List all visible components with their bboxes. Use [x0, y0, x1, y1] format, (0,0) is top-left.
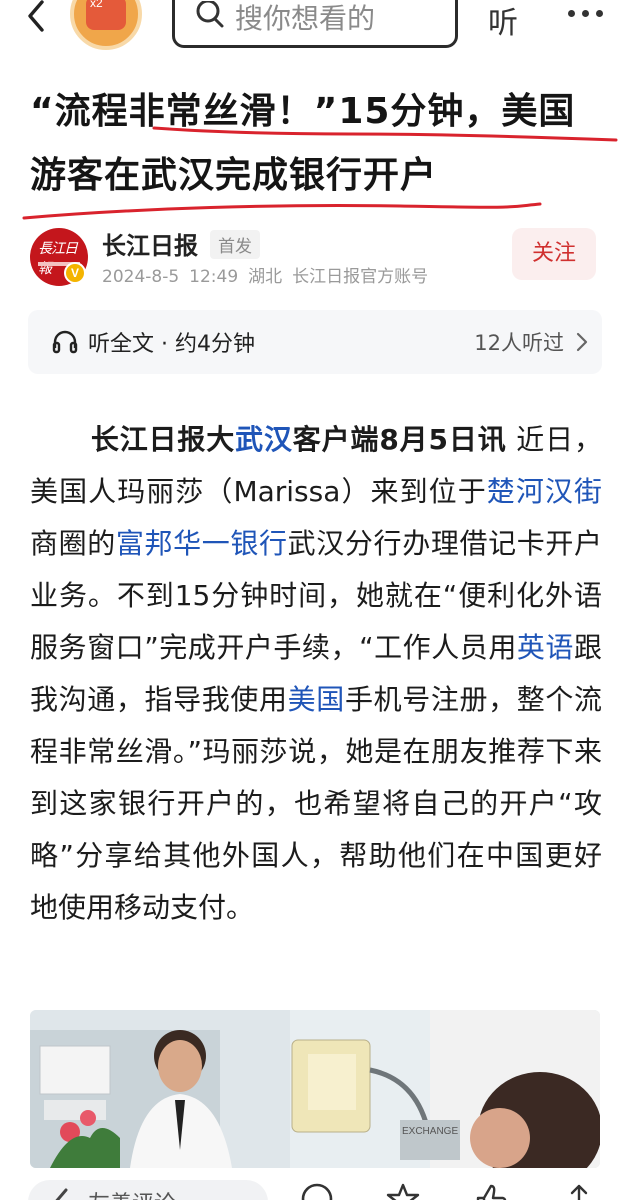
share-icon[interactable] — [562, 1182, 596, 1200]
more-button[interactable] — [566, 6, 606, 22]
reward-badge[interactable]: x2 — [70, 0, 142, 50]
link-wuhan[interactable]: 武汉 — [235, 423, 293, 456]
publish-region: 湖北 — [248, 267, 283, 287]
listen-count: 12人听过 — [474, 331, 564, 355]
article-headline: “流程非常丝滑！”15分钟，美国 游客在武汉完成银行开户 — [30, 80, 610, 208]
article-meta: 2024-8-5 12:49 湖北 长江日报官方账号 — [102, 262, 438, 287]
comment-icon[interactable] — [300, 1182, 334, 1200]
link-english[interactable]: 英语 — [517, 631, 574, 664]
star-icon[interactable] — [386, 1182, 420, 1200]
link-fubang-bank[interactable]: 富邦华一银行 — [116, 527, 288, 560]
chevron-left-icon — [28, 0, 44, 32]
publish-time: 12:49 — [189, 267, 239, 287]
article-photo[interactable]: EXCHANGE — [30, 1010, 600, 1168]
body-text: 商圈的 — [30, 527, 116, 560]
listen-full-text-bar[interactable]: 听全文 · 约4分钟 12人听过 — [28, 310, 602, 374]
pen-icon — [55, 1188, 68, 1200]
back-button[interactable] — [18, 0, 54, 36]
article-lead: 长江日报大武汉客户端8月5日讯 — [90, 423, 507, 456]
verified-icon: V — [64, 262, 86, 284]
follow-button[interactable]: 关注 — [512, 228, 596, 280]
comment-placeholder: 友善评论 — [88, 1186, 176, 1200]
like-icon[interactable] — [474, 1182, 508, 1200]
link-usa[interactable]: 美国 — [288, 683, 345, 716]
top-bar: x2 搜你想看的 听 — [0, 0, 620, 52]
photo-sign-text: EXCHANGE — [402, 1126, 458, 1137]
listen-button[interactable]: 听 — [488, 0, 518, 42]
search-placeholder: 搜你想看的 — [235, 2, 376, 35]
body-text: 手机号注册，整个流程非常丝滑。”玛丽莎说，她是在朋友推荐下来到这家银行开户的，也… — [30, 683, 602, 924]
account-type: 长江日报官方账号 — [292, 267, 429, 287]
link-chuhe-hanjie[interactable]: 楚河汉街 — [487, 475, 602, 508]
chevron-right-icon — [576, 332, 588, 352]
search-input[interactable]: 搜你想看的 — [172, 0, 458, 48]
comment-input[interactable]: 友善评论 — [28, 1180, 268, 1200]
bottom-action-bar: 友善评论 — [0, 1174, 620, 1200]
first-publish-tag: 首发 — [210, 230, 260, 259]
headphone-icon — [52, 330, 78, 354]
author-name[interactable]: 长江日报 — [102, 226, 198, 261]
search-icon — [196, 1, 224, 28]
headline-line-1: “流程非常丝滑！”15分钟，美国 — [30, 91, 576, 132]
more-dots-icon — [568, 10, 575, 17]
listen-label: 听全文 · 约4分钟 — [88, 332, 255, 357]
publish-date: 2024-8-5 — [102, 267, 180, 287]
headline-line-2: 游客在武汉完成银行开户 — [30, 155, 438, 196]
badge-text: x2 — [90, 0, 103, 10]
bank-counter-photo: EXCHANGE — [30, 1010, 600, 1168]
article-body: 长江日报大武汉客户端8月5日讯 近日，美国人玛丽莎（Marissa）来到位于楚河… — [30, 414, 602, 934]
